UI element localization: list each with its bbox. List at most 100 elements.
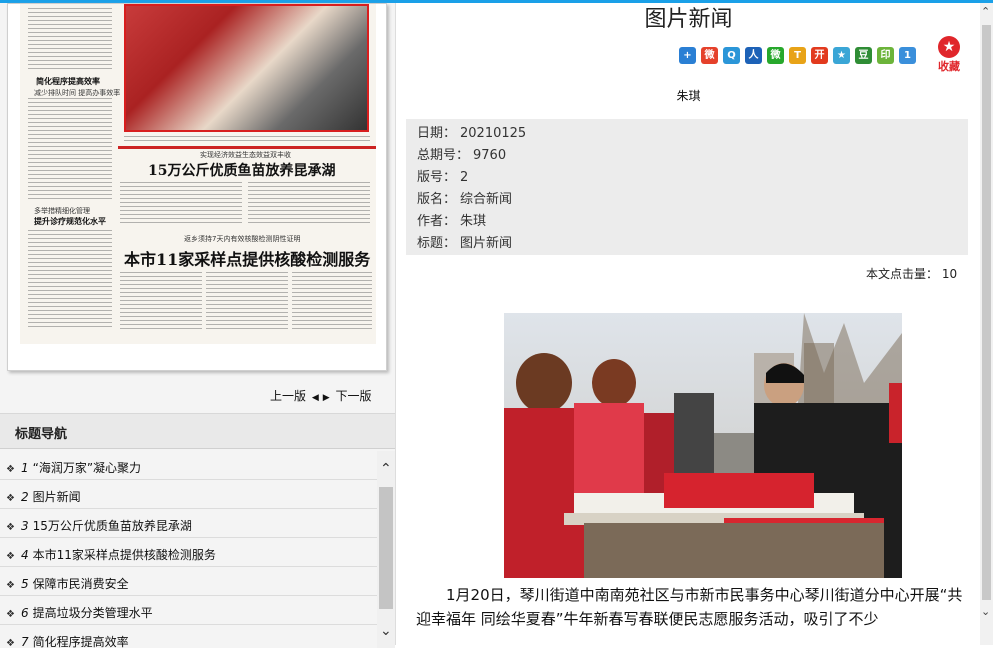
nav-item-label: 15万公斤优质鱼苗放养昆承湖 — [32, 519, 192, 533]
nav-item-label: 提高垃圾分类管理水平 — [32, 606, 153, 620]
text-block — [120, 182, 242, 224]
text-block — [292, 272, 372, 330]
favorite-button[interactable]: ★ 收藏 — [936, 36, 962, 74]
diamond-bullet-icon: ❖ — [6, 609, 15, 620]
plus-share-icon[interactable]: + — [679, 47, 696, 64]
nav-item-number: 7 — [20, 635, 29, 648]
favorite-star-icon: ★ — [938, 36, 960, 58]
diamond-bullet-icon: ❖ — [6, 551, 15, 562]
newspaper-page-thumbnail[interactable]: 简化程序提高效率 减少排队时间 提高办事效率 多举措精细化管理 提升诊疗规范化水… — [7, 3, 387, 371]
meta-value: 图片新闻 — [460, 236, 513, 251]
share-toolbar: + 微 Q 人 微 T 开 ★ 豆 印 1 — [679, 47, 916, 67]
scrollbar-thumb[interactable] — [982, 25, 991, 600]
douban-share-icon[interactable]: 豆 — [855, 47, 872, 64]
scroll-up-icon[interactable]: ⌃ — [981, 5, 990, 18]
meta-row-page: 版号： 2 — [417, 166, 968, 188]
article-meta-box: 日期： 20210125 总期号： 9760 版号： 2 版名： 综合新闻 作者： 朱琪 … — [406, 119, 968, 255]
diamond-bullet-icon: ❖ — [6, 638, 15, 648]
meta-key: 版号： — [417, 170, 457, 185]
paper-headline-small: 提升诊疗规范化水平 — [34, 216, 106, 226]
meta-value: 2 — [460, 170, 469, 185]
diamond-bullet-icon: ❖ — [6, 580, 15, 591]
article-photo — [504, 313, 902, 578]
kaixin-share-icon[interactable]: 开 — [811, 47, 828, 64]
nav-item[interactable]: ❖ 4 本市11家采样点提供核酸检测服务 — [0, 538, 377, 567]
page-title: 图片新闻 — [644, 7, 733, 32]
paper-subhead: 多举措精细化管理 — [34, 207, 90, 215]
meta-value: 20210125 — [460, 126, 527, 141]
nav-scrollbar[interactable]: ⌃ ⌄ — [377, 451, 395, 648]
meta-key: 作者： — [417, 214, 457, 229]
photo-caption — [124, 136, 370, 142]
print-share-icon[interactable]: 印 — [877, 47, 894, 64]
nav-item-number: 5 — [20, 577, 29, 591]
click-count-value: 10 — [941, 267, 958, 281]
nav-item-number: 1 — [20, 461, 29, 475]
prev-arrow-icon[interactable]: ◀ — [312, 393, 319, 403]
text-block — [248, 182, 370, 224]
paper-kicker: 实现经济效益生态效益双丰收 — [200, 151, 291, 159]
scroll-down-icon[interactable]: ⌄ — [981, 605, 990, 618]
scroll-down-icon[interactable]: ⌄ — [380, 623, 392, 639]
nav-item-label: “海润万家”凝心聚力 — [32, 461, 142, 475]
text-block — [28, 98, 112, 202]
nav-item-label: 图片新闻 — [32, 490, 81, 504]
meta-row-issue: 总期号： 9760 — [417, 144, 968, 166]
nav-item[interactable]: ❖ 1 “海润万家”凝心聚力 — [0, 451, 377, 480]
meta-key: 版名： — [417, 192, 457, 207]
text-block — [28, 230, 112, 330]
paper-headline-small: 简化程序提高效率 — [36, 76, 100, 86]
one-share-icon[interactable]: 1 — [899, 47, 916, 64]
renren-share-icon[interactable]: 人 — [745, 47, 762, 64]
meta-row-date: 日期： 20210125 — [417, 122, 968, 144]
page-pager: 上一版 ◀ ▶ 下一版 — [270, 387, 372, 404]
wechat-share-icon[interactable]: 微 — [767, 47, 784, 64]
title-nav-list: ❖ 1 “海润万家”凝心聚力 ❖ 2 图片新闻 ❖ 3 15万公斤优质鱼苗放养昆承湖 ❖ 4 本… — [0, 451, 377, 648]
meta-row-author: 作者： 朱琪 — [417, 210, 968, 232]
paper-headline: 本市11家采样点提供核酸检测服务 — [124, 250, 371, 269]
star-share-icon[interactable]: ★ — [833, 47, 850, 64]
nav-item-label: 保障市民消费安全 — [32, 577, 129, 591]
article-author: 朱琪 — [676, 89, 701, 103]
newspaper-photo — [124, 4, 369, 132]
click-count-label: 本文点击量： — [866, 267, 939, 281]
click-count: 本文点击量： 10 — [866, 265, 957, 282]
meta-value: 9760 — [473, 148, 507, 163]
paper-headline: 15万公斤优质鱼苗放养昆承湖 — [148, 163, 336, 179]
newspaper-page: 简化程序提高效率 减少排队时间 提高办事效率 多举措精细化管理 提升诊疗规范化水… — [20, 4, 376, 344]
divider — [118, 146, 376, 149]
tieba-share-icon[interactable]: T — [789, 47, 806, 64]
text-block — [120, 272, 202, 330]
text-block — [28, 8, 112, 72]
meta-value: 综合新闻 — [460, 192, 513, 207]
paper-subhead: 减少排队时间 提高办事效率 — [34, 89, 121, 97]
meta-key: 总期号： — [417, 148, 470, 163]
nav-item[interactable]: ❖ 6 提高垃圾分类管理水平 — [0, 596, 377, 625]
nav-item[interactable]: ❖ 5 保障市民消费安全 — [0, 567, 377, 596]
nav-item[interactable]: ❖ 3 15万公斤优质鱼苗放养昆承湖 — [0, 509, 377, 538]
favorite-label: 收藏 — [938, 60, 960, 73]
nav-item-number: 2 — [20, 490, 29, 504]
nav-item-label: 简化程序提高效率 — [32, 635, 129, 648]
article-body: 1月20日，琴川街道中南南苑社区与市新市民事务中心琴川街道分中心开展“共迎幸福年… — [416, 586, 963, 628]
next-page-link[interactable]: 下一版 — [336, 389, 372, 403]
weibo-share-icon[interactable]: 微 — [701, 47, 718, 64]
text-block — [206, 272, 288, 330]
diamond-bullet-icon: ❖ — [6, 464, 15, 475]
scrollbar-thumb[interactable] — [379, 487, 393, 609]
left-column: 简化程序提高效率 减少排队时间 提高办事效率 多举措精细化管理 提升诊疗规范化水… — [0, 3, 395, 648]
meta-key: 日期： — [417, 126, 457, 141]
nav-item[interactable]: ❖ 2 图片新闻 — [0, 480, 377, 509]
page-scrollbar[interactable]: ⌃ ⌄ — [980, 3, 993, 645]
diamond-bullet-icon: ❖ — [6, 493, 15, 504]
prev-page-link[interactable]: 上一版 — [270, 389, 306, 403]
meta-row-section: 版名： 综合新闻 — [417, 188, 968, 210]
paper-kicker: 返乡须持7天内有效核酸检测阴性证明 — [184, 235, 301, 243]
scroll-up-icon[interactable]: ⌃ — [380, 461, 392, 477]
meta-value: 朱琪 — [460, 214, 487, 229]
diamond-bullet-icon: ❖ — [6, 522, 15, 533]
nav-panel-title: 标题导航 — [0, 413, 395, 449]
qzone-share-icon[interactable]: Q — [723, 47, 740, 64]
nav-item-number: 4 — [20, 548, 29, 562]
next-arrow-icon[interactable]: ▶ — [323, 393, 330, 403]
